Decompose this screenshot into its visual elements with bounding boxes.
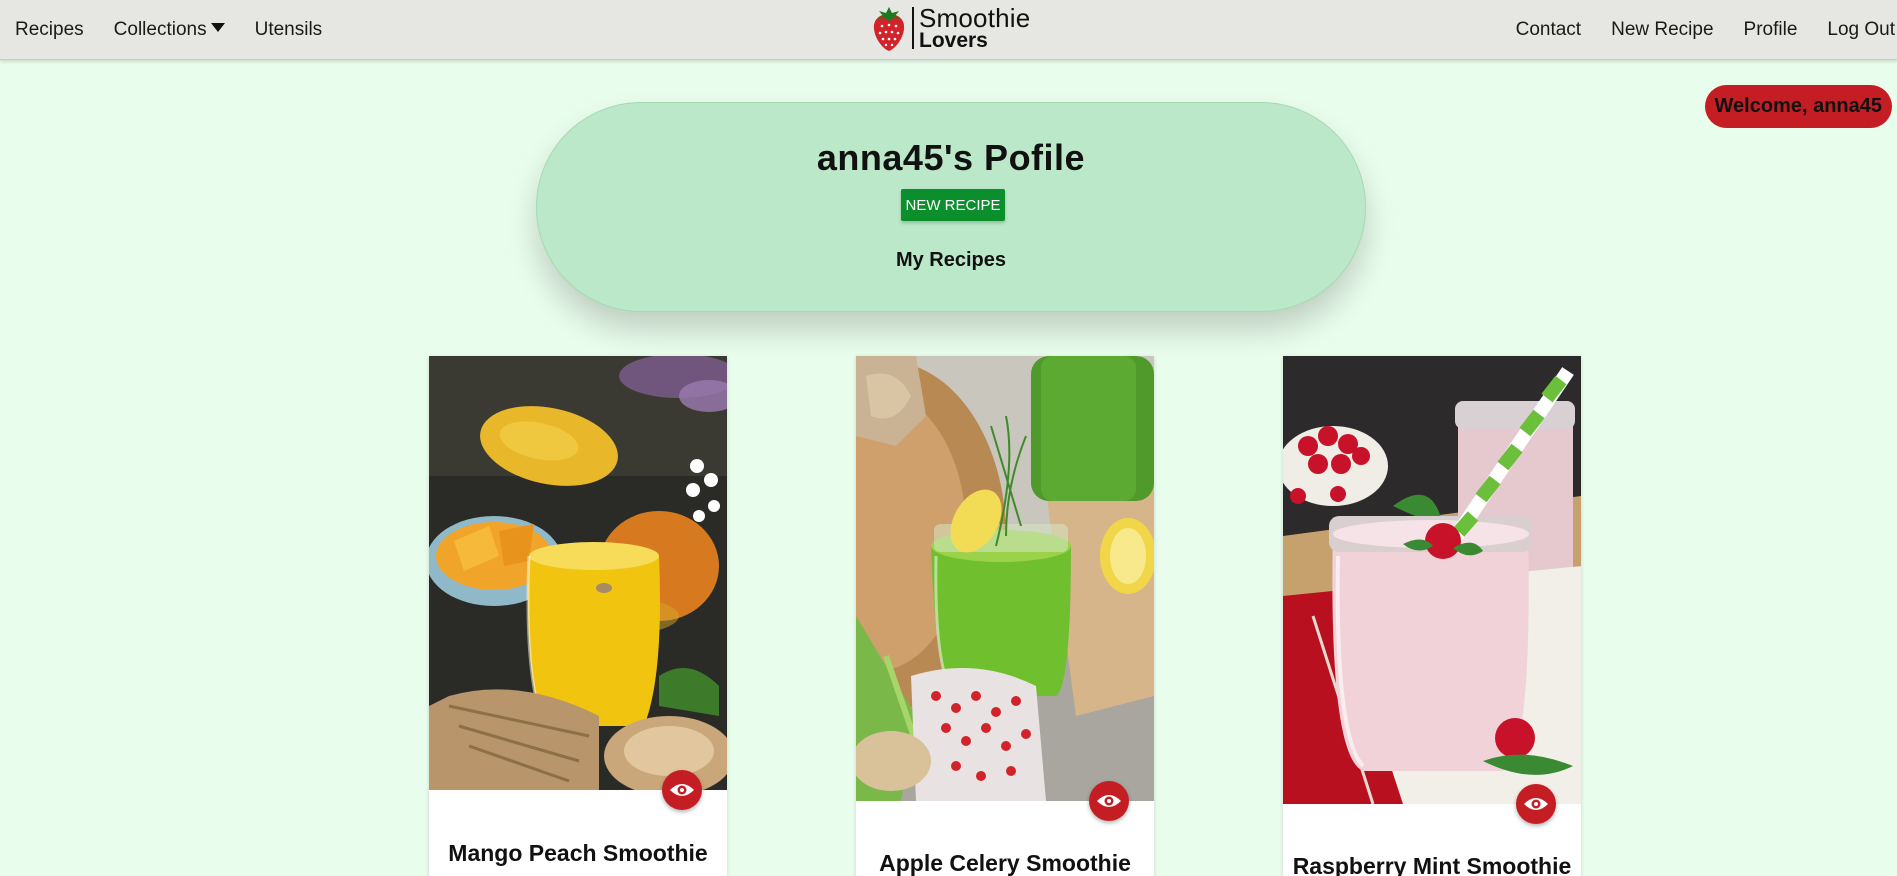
- view-recipe-button[interactable]: [1516, 784, 1556, 824]
- profile-title: anna45's Pofile: [816, 137, 1086, 178]
- logo-text: Smoothie Lovers: [919, 5, 1030, 51]
- welcome-badge: Welcome, anna45: [1704, 85, 1892, 128]
- eye-icon: [1524, 798, 1548, 810]
- nav-left-group: Recipes Collections Utensils: [15, 0, 322, 60]
- logo-divider: [912, 7, 914, 49]
- nav-right-group: Contact New Recipe Profile Log Out: [1516, 0, 1897, 60]
- recipe-card-apple-celery[interactable]: Apple Celery Smoothie: [856, 356, 1154, 876]
- recipe-title[interactable]: Apple Celery Smoothie: [856, 850, 1154, 876]
- logo-line2: Lovers: [919, 29, 988, 52]
- nav-profile-link[interactable]: Profile: [1744, 19, 1798, 41]
- recipe-image-mango-peach[interactable]: [429, 356, 727, 790]
- view-recipe-button[interactable]: [662, 770, 702, 810]
- my-recipes-heading: My Recipes: [895, 249, 1007, 271]
- caret-down-icon: [210, 23, 225, 32]
- nav-logout-link[interactable]: Log Out: [1827, 19, 1895, 41]
- site-logo[interactable]: Smoothie Lovers: [870, 3, 1030, 53]
- recipe-card-mango-peach[interactable]: Mango Peach Smoothie: [429, 356, 727, 876]
- strawberry-icon: [873, 7, 905, 51]
- nav-collections-label: Collections: [113, 19, 207, 40]
- new-recipe-button[interactable]: NEW RECIPE: [901, 189, 1005, 221]
- profile-header: anna45's Pofile NEW RECIPE My Recipes: [536, 102, 1366, 312]
- top-navbar: Recipes Collections Utensils Smoothie Lo…: [0, 0, 1897, 60]
- logo-line1: Smoothie: [919, 3, 1031, 33]
- view-recipe-button[interactable]: [1089, 781, 1129, 821]
- nav-recipes-link[interactable]: Recipes: [15, 19, 84, 41]
- recipe-title[interactable]: Mango Peach Smoothie: [429, 840, 727, 867]
- eye-icon: [1097, 795, 1121, 807]
- nav-collections-dropdown[interactable]: Collections: [114, 19, 225, 41]
- nav-contact-link[interactable]: Contact: [1516, 19, 1581, 41]
- nav-utensils-link[interactable]: Utensils: [255, 19, 323, 41]
- nav-new-recipe-link[interactable]: New Recipe: [1611, 19, 1713, 41]
- recipe-title[interactable]: Raspberry Mint Smoothie: [1283, 853, 1581, 876]
- eye-icon: [670, 784, 694, 796]
- recipe-image-raspberry-mint[interactable]: [1283, 356, 1581, 804]
- recipe-card-raspberry-mint[interactable]: Raspberry Mint Smoothie: [1283, 356, 1581, 876]
- recipe-image-apple-celery[interactable]: [856, 356, 1154, 801]
